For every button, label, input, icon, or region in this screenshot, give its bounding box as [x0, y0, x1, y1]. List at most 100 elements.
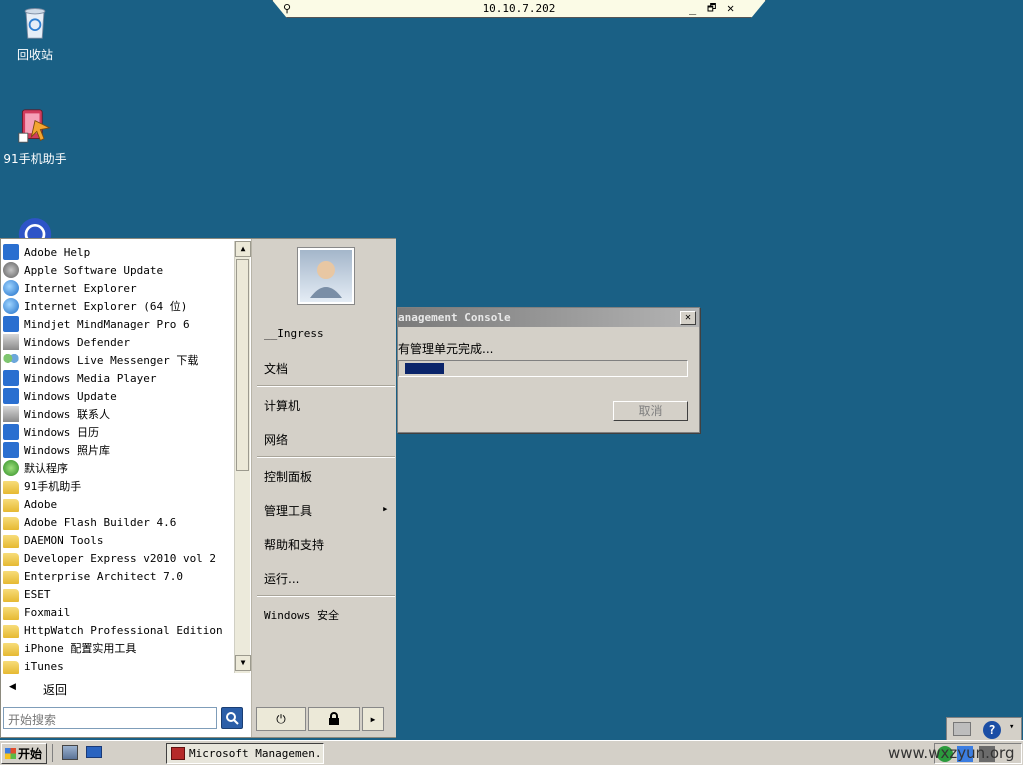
progress-bar	[398, 360, 688, 377]
submenu-arrow-icon: ▸	[382, 502, 389, 515]
start-button[interactable]: 开始	[1, 743, 47, 764]
program-label: DAEMON Tools	[24, 533, 104, 547]
keyboard-icon[interactable]	[953, 722, 971, 736]
program-label: iPhone 配置实用工具	[24, 642, 137, 655]
program-item[interactable]: Adobe Help	[3, 243, 233, 261]
separator	[52, 744, 53, 762]
network-item[interactable]: 网络	[264, 431, 288, 448]
taskbar-item-label: Microsoft Managemen...	[189, 747, 324, 760]
program-label: 91手机助手	[24, 480, 82, 493]
program-label: Enterprise Architect 7.0	[24, 569, 183, 583]
mindmap-icon	[3, 316, 19, 332]
close-button[interactable]: ✕	[727, 1, 734, 15]
program-label: Windows Update	[24, 389, 117, 403]
program-item[interactable]: Mindjet MindManager Pro 6	[3, 315, 233, 333]
windows-logo-icon	[5, 748, 16, 759]
program-item[interactable]: iPhone 配置实用工具	[3, 639, 233, 657]
phone-assistant-icon	[18, 109, 51, 143]
help-support-item[interactable]: 帮助和支持	[264, 536, 324, 553]
more-options-button[interactable]: ▸	[362, 707, 384, 731]
program-label: Windows Defender	[24, 335, 130, 349]
run-item[interactable]: 运行...	[264, 570, 299, 587]
back-label: 返回	[43, 683, 68, 697]
progress-fill	[405, 363, 444, 374]
user-avatar[interactable]	[298, 248, 354, 304]
admin-tools-item[interactable]: 管理工具	[264, 502, 312, 519]
recycle-bin-desktop-icon[interactable]: 回收站	[0, 4, 70, 63]
program-item[interactable]: Windows Defender	[3, 333, 233, 351]
program-label: Internet Explorer	[24, 281, 137, 295]
separator	[257, 595, 395, 597]
program-item[interactable]: 91手机助手	[3, 477, 233, 495]
recycle-bin-label: 回收站	[16, 48, 53, 62]
folder-icon	[3, 588, 19, 602]
program-item[interactable]: DAEMON Tools	[3, 531, 233, 549]
windows-security-item[interactable]: Windows 安全	[264, 607, 339, 623]
start-label: 开始	[18, 747, 43, 761]
program-item[interactable]: iTunes	[3, 657, 233, 675]
program-label: Adobe Help	[24, 245, 91, 259]
program-list-scrollbar[interactable]: ▲ ▼	[234, 241, 251, 673]
messenger-icon	[3, 352, 19, 368]
dialog-title: anagement Console	[398, 308, 699, 327]
power-button[interactable]: ⏻	[256, 707, 306, 731]
places-pane: __Ingress 文档 计算机 网络 控制面板 管理工具 ▸ 帮助和支持 运行…	[251, 239, 396, 737]
scroll-up-button[interactable]: ▲	[235, 241, 251, 257]
minimize-button[interactable]: _	[689, 1, 696, 15]
documents-item[interactable]: 文档	[264, 360, 288, 377]
folder-icon	[3, 534, 19, 548]
info-icon	[3, 244, 19, 260]
program-item[interactable]: Adobe Flash Builder 4.6	[3, 513, 233, 531]
program-label: Foxmail	[24, 605, 71, 619]
help-icon[interactable]: ?	[983, 721, 1001, 739]
control-panel-item[interactable]: 控制面板	[264, 468, 312, 485]
taskbar-item-mmc[interactable]: Microsoft Managemen...	[166, 743, 324, 764]
search-icon[interactable]	[221, 707, 243, 729]
options-arrow-icon[interactable]: ▾	[1009, 722, 1014, 732]
show-desktop-icon[interactable]	[86, 746, 102, 758]
program-item[interactable]: Windows 照片库	[3, 441, 233, 459]
default-programs-icon	[3, 460, 19, 476]
program-item[interactable]: Windows 联系人	[3, 405, 233, 423]
program-item[interactable]: Windows Live Messenger 下载	[3, 351, 233, 369]
start-search-input[interactable]: 开始搜索	[3, 707, 217, 729]
windows-update-icon	[3, 388, 19, 404]
back-button[interactable]: ◀ 返回	[1, 675, 251, 703]
program-item[interactable]: Internet Explorer (64 位)	[3, 297, 233, 315]
cancel-button[interactable]: 取消	[613, 401, 688, 421]
mmc-icon	[171, 747, 185, 760]
program-label: ESET	[24, 587, 51, 601]
program-item[interactable]: Windows 日历	[3, 423, 233, 441]
dialog-close-button[interactable]: ✕	[680, 311, 696, 325]
photo-gallery-icon	[3, 442, 19, 458]
phone-assistant-label: 91手机助手	[3, 152, 67, 166]
program-item[interactable]: Enterprise Architect 7.0	[3, 567, 233, 585]
folder-icon	[3, 570, 19, 584]
program-item[interactable]: Developer Express v2010 vol 2	[3, 549, 233, 567]
program-item[interactable]: 默认程序	[3, 459, 233, 477]
program-label: iTunes	[24, 659, 64, 673]
program-item[interactable]: Apple Software Update	[3, 261, 233, 279]
folder-icon	[3, 660, 19, 674]
program-item[interactable]: Windows Media Player	[3, 369, 233, 387]
server-manager-icon[interactable]	[62, 745, 78, 760]
program-item[interactable]: HttpWatch Professional Edition	[3, 621, 233, 639]
folder-icon	[3, 624, 19, 638]
scroll-down-button[interactable]: ▼	[235, 655, 251, 671]
program-item[interactable]: Foxmail	[3, 603, 233, 621]
folder-icon	[3, 516, 19, 530]
restore-button[interactable]: 🗗	[707, 1, 716, 18]
program-item[interactable]: ESET	[3, 585, 233, 603]
computer-item[interactable]: 计算机	[264, 397, 300, 414]
user-folder-item[interactable]: __Ingress	[264, 327, 324, 340]
program-item[interactable]: Windows Update	[3, 387, 233, 405]
scroll-thumb[interactable]	[236, 259, 249, 471]
program-item[interactable]: Adobe	[3, 495, 233, 513]
program-label: Windows 日历	[24, 426, 99, 439]
folder-icon	[3, 552, 19, 566]
phone-assistant-desktop-icon[interactable]: 91手机助手	[0, 108, 70, 167]
lock-button[interactable]	[308, 707, 360, 731]
program-item[interactable]: Internet Explorer	[3, 279, 233, 297]
tray-toolbar: ? ▾	[946, 717, 1022, 741]
power-controls: ⏻ ▸	[256, 707, 384, 731]
